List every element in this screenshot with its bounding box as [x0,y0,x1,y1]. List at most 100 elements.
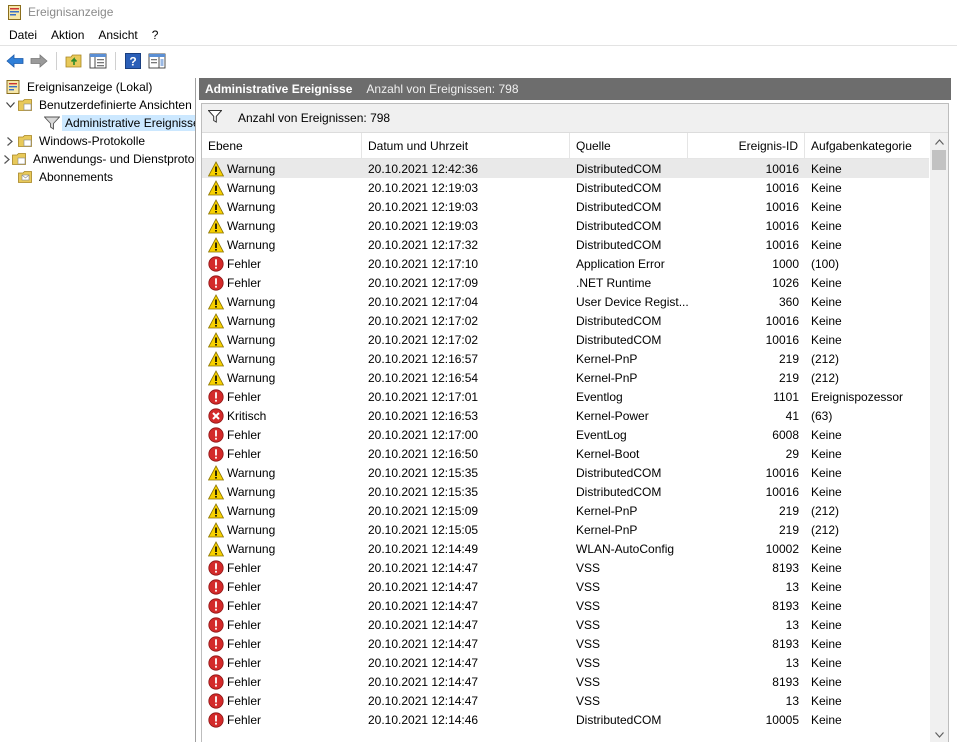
cell-date: 20.10.2021 12:17:10 [368,256,479,271]
event-table: Ebene Datum und Uhrzeit Quelle Ereignis-… [202,133,929,742]
tree-item-benutzerdefinierte-ansichten[interactable]: Benutzerdefinierte Ansichten [0,96,195,114]
menu-datei[interactable]: Datei [2,24,44,46]
cell-source: DistributedCOM [576,465,662,480]
cell-category: Keine [811,712,842,727]
vertical-scrollbar[interactable] [930,133,948,742]
tree-item-anwendungs-und-dienstprotokolle[interactable]: Anwendungs- und Dienstprotokolle [0,150,195,168]
table-row[interactable]: Fehler 20.10.2021 12:14:47 VSS 13 Keine [202,577,929,596]
cell-date: 20.10.2021 12:15:09 [368,503,479,518]
column-header-datum[interactable]: Datum und Uhrzeit [362,133,570,158]
cell-date: 20.10.2021 12:42:36 [368,161,479,176]
table-row[interactable]: Fehler 20.10.2021 12:17:09 .NET Runtime 102… [202,273,929,292]
column-header-ereignis-id[interactable]: Ereignis-ID [688,133,805,158]
tree-item-abonnements[interactable]: Abonnements [0,168,195,186]
column-header-ebene[interactable]: Ebene [202,133,362,158]
scroll-up-icon[interactable] [930,133,948,150]
cell-level: Warnung [202,502,362,519]
up-folder-button[interactable] [63,50,85,72]
toolbar-separator [115,52,116,70]
table-row[interactable]: Fehler 20.10.2021 12:14:46 DistributedCOM 1… [202,710,929,729]
tree-item-label: Anwendungs- und Dienstprotokolle [33,152,195,166]
error-icon [208,616,224,633]
table-row[interactable]: Warnung 20.10.2021 12:17:02 DistributedCOM… [202,311,929,330]
tree-item-administrative-ereignisse[interactable]: Administrative Ereignisse [0,114,195,132]
table-row[interactable]: Warnung 20.10.2021 12:19:03 DistributedCOM… [202,178,929,197]
table-row[interactable]: Fehler 20.10.2021 12:17:00 EventLog 6008 Kei… [202,425,929,444]
error-icon [208,559,224,576]
table-row[interactable]: Warnung 20.10.2021 12:19:03 DistributedCOM… [202,216,929,235]
level-text: Fehler [227,256,262,271]
table-row[interactable]: Warnung 20.10.2021 12:17:02 DistributedCOM… [202,330,929,349]
table-row[interactable]: Fehler 20.10.2021 12:17:01 Eventlog 1101 Ere… [202,387,929,406]
filter-icon [43,116,61,130]
cell-source: VSS [576,560,601,575]
tree-item-windows-protokolle[interactable]: Windows-Protokolle [0,132,195,150]
cell-date: 20.10.2021 12:19:03 [368,199,479,214]
table-row[interactable]: Fehler 20.10.2021 12:14:47 VSS 8193 Keine [202,634,929,653]
table-row[interactable]: Warnung 20.10.2021 12:15:05 Kernel-PnP 219 (… [202,520,929,539]
error-icon [208,426,224,443]
back-button[interactable] [4,50,26,72]
column-header-quelle[interactable]: Quelle [570,133,688,158]
cell-category: Keine [811,427,842,442]
column-header-aufgabenkategorie[interactable]: Aufgabenkategorie [805,133,929,158]
level-text: Warnung [227,199,276,214]
chevron-right-icon[interactable] [4,154,10,164]
scroll-down-icon[interactable] [930,726,948,742]
tree-item-label: Benutzerdefinierte Ansichten [39,98,192,112]
table-row[interactable]: Warnung 20.10.2021 12:17:32 DistributedCOM… [202,235,929,254]
chevron-right-icon[interactable] [4,136,16,146]
pane-title: Administrative Ereignisse [205,82,353,96]
table-row[interactable]: Warnung 20.10.2021 12:15:35 DistributedCOM… [202,482,929,501]
level-text: Warnung [227,484,276,499]
cell-category: (212) [811,370,840,385]
table-row[interactable]: Warnung 20.10.2021 12:16:54 Kernel-PnP 219 (… [202,368,929,387]
table-row[interactable]: Warnung 20.10.2021 12:19:03 DistributedCOM… [202,197,929,216]
table-row[interactable]: Kritisch 20.10.2021 12:16:53 Kernel-Power 4… [202,406,929,425]
chevron-down-icon[interactable] [4,102,16,108]
show-hide-action-pane-button[interactable] [146,50,168,72]
show-hide-console-tree-button[interactable] [87,50,109,72]
table-row[interactable]: Fehler 20.10.2021 12:14:47 VSS 8193 Keine [202,672,929,691]
level-text: Fehler [227,427,262,442]
cell-source: Kernel-PnP [576,351,638,366]
table-row[interactable]: Fehler 20.10.2021 12:14:47 VSS 13 Keine [202,615,929,634]
table-row[interactable]: Fehler 20.10.2021 12:14:47 VSS 8193 Keine [202,558,929,577]
table-row[interactable]: Fehler 20.10.2021 12:14:47 VSS 13 Keine [202,691,929,710]
level-text: Fehler [227,560,262,575]
folder-icon [18,134,32,148]
level-text: Warnung [227,370,276,385]
cell-source: .NET Runtime [576,275,652,290]
cell-event-id: 1101 [773,389,799,404]
warning-icon [207,483,225,500]
help-button[interactable]: ? [122,50,144,72]
table-row[interactable]: Warnung 20.10.2021 12:16:57 Kernel-PnP 219 (… [202,349,929,368]
error-icon [208,692,224,709]
table-row[interactable]: Fehler 20.10.2021 12:17:10 Application Err… [202,254,929,273]
cell-event-id: 8193 [772,560,799,575]
cell-date: 20.10.2021 12:19:03 [368,180,479,195]
level-text: Kritisch [227,408,267,423]
tree-item-ereignisanzeige-lokal[interactable]: Ereignisanzeige (Lokal) [0,78,195,96]
svg-text:?: ? [129,55,136,69]
cell-event-id: 10016 [765,313,799,328]
table-row[interactable]: Fehler 20.10.2021 12:14:47 VSS 13 Keine [202,653,929,672]
cell-category: Keine [811,199,842,214]
scrollbar-thumb[interactable] [932,150,946,170]
table-row[interactable]: Warnung 20.10.2021 12:15:35 DistributedCOM… [202,463,929,482]
table-row[interactable]: Warnung 20.10.2021 12:17:04 User Device Re… [202,292,929,311]
cell-level: Warnung [202,540,362,557]
table-row[interactable]: Warnung 20.10.2021 12:15:09 Kernel-PnP 219 (… [202,501,929,520]
menu-aktion[interactable]: Aktion [44,24,91,46]
cell-level: Fehler [202,388,362,405]
event-list-panel: Anzahl von Ereignissen: 798 Ebene Datum … [201,103,949,742]
table-row[interactable]: Warnung 20.10.2021 12:42:36 DistributedCOM… [202,159,929,178]
forward-button[interactable] [28,50,50,72]
level-text: Fehler [227,636,262,651]
table-row[interactable]: Fehler 20.10.2021 12:16:50 Kernel-Boot 29 Ke… [202,444,929,463]
menu-ansicht[interactable]: Ansicht [91,24,144,46]
menu-help[interactable]: ? [145,24,166,46]
table-row[interactable]: Fehler 20.10.2021 12:14:47 VSS 8193 Keine [202,596,929,615]
table-row[interactable]: Warnung 20.10.2021 12:14:49 WLAN-AutoConfi… [202,539,929,558]
cell-level: Warnung [202,217,362,234]
